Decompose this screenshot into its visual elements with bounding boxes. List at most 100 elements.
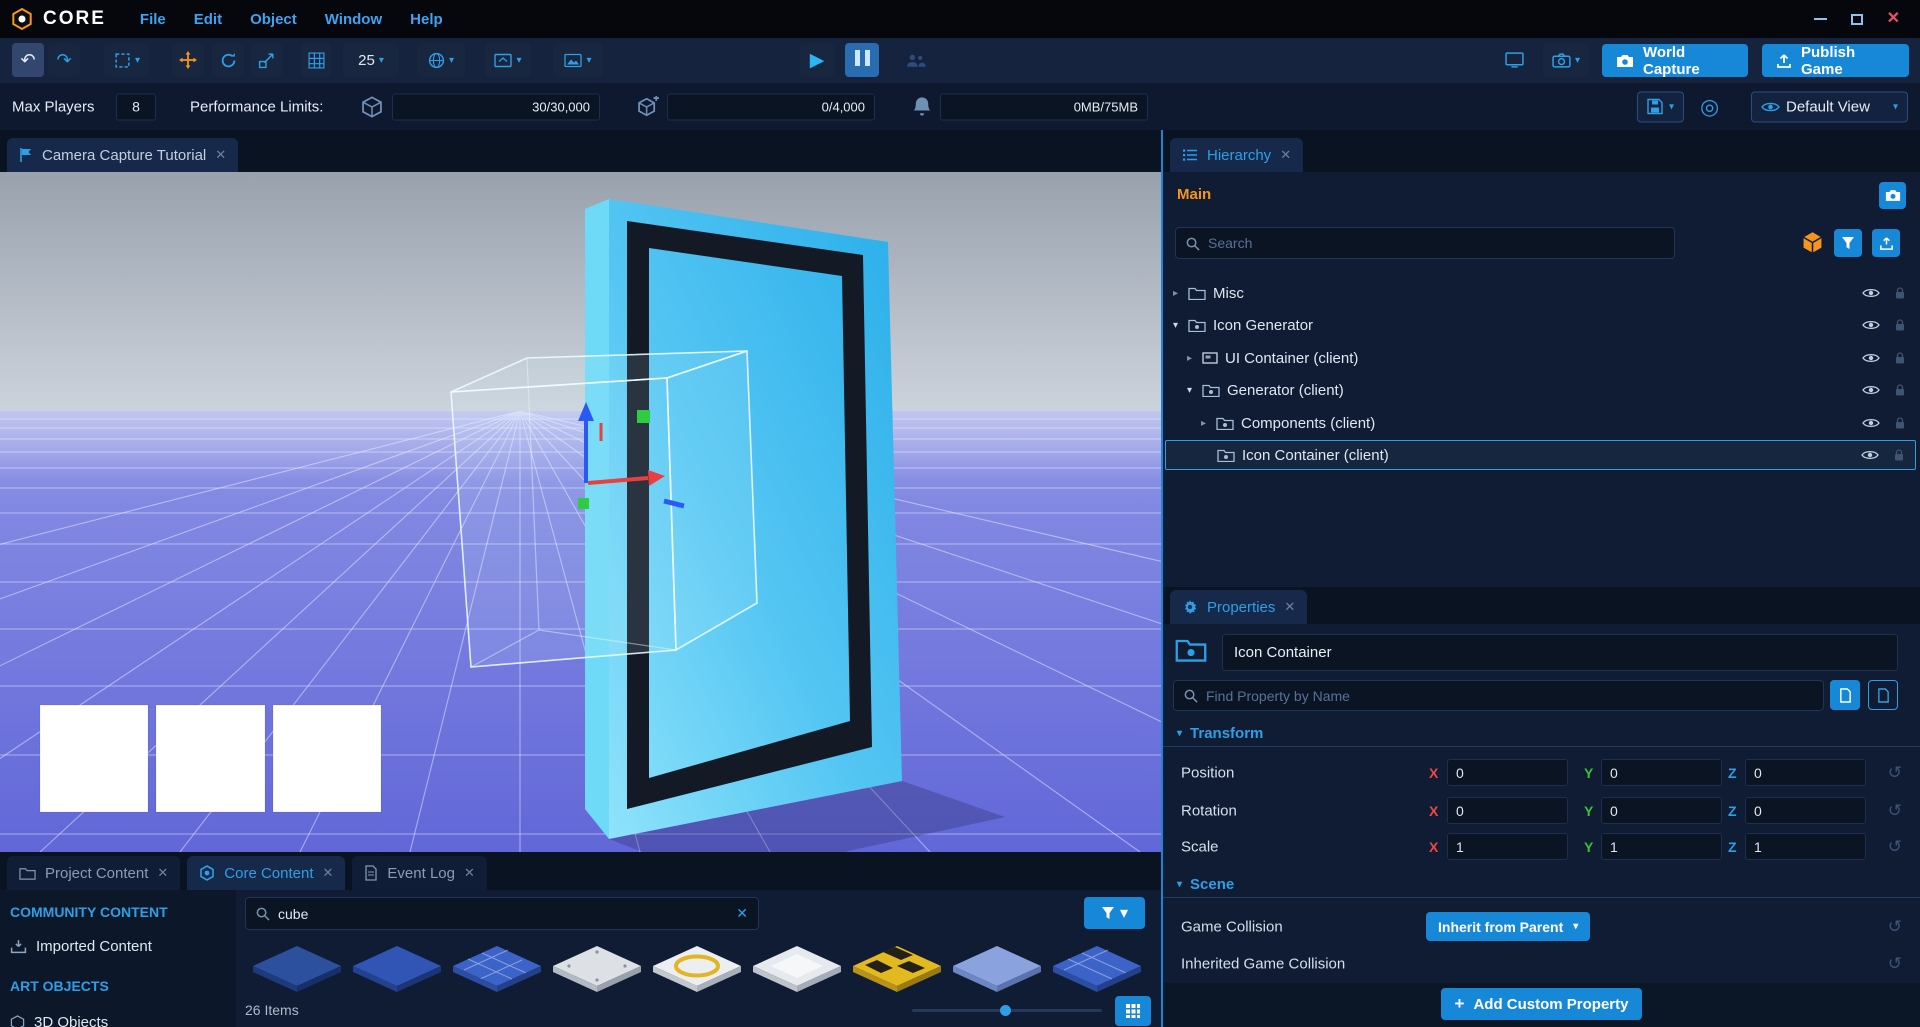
tab-hierarchy[interactable]: Hierarchy ✕ bbox=[1170, 138, 1303, 172]
visibility-eye-icon[interactable] bbox=[1861, 449, 1879, 461]
visibility-eye-icon[interactable] bbox=[1862, 384, 1880, 396]
move-tool-button[interactable] bbox=[172, 43, 204, 77]
expand-collapsed-icon[interactable]: ▸ bbox=[1201, 418, 1216, 429]
asset-thumbnail[interactable] bbox=[251, 938, 343, 994]
hierarchy-filter-button[interactable] bbox=[1834, 229, 1862, 257]
lock-icon[interactable] bbox=[1894, 351, 1906, 365]
hierarchy-row-ui-container[interactable]: ▸ UI Container (client) bbox=[1165, 343, 1916, 373]
snap-size-dropdown[interactable]: 25 ▾ bbox=[343, 43, 399, 77]
capture-mode-dropdown[interactable]: ▾ bbox=[1543, 43, 1589, 77]
hierarchy-search[interactable] bbox=[1175, 227, 1675, 259]
menu-window[interactable]: Window bbox=[311, 11, 396, 28]
tab-core-content[interactable]: Core Content ✕ bbox=[187, 856, 345, 890]
asset-thumbnail[interactable] bbox=[1051, 938, 1143, 994]
publish-game-button[interactable]: Publish Game bbox=[1762, 44, 1909, 77]
scale-z-input[interactable] bbox=[1745, 833, 1866, 860]
rotation-z-input[interactable] bbox=[1745, 797, 1866, 824]
expand-collapsed-icon[interactable]: ▸ bbox=[1187, 353, 1202, 364]
tab-event-log[interactable]: Event Log ✕ bbox=[352, 856, 486, 890]
content-filter-button[interactable]: ▾ bbox=[1084, 897, 1145, 929]
menu-file[interactable]: File bbox=[126, 11, 180, 28]
menu-help[interactable]: Help bbox=[396, 11, 457, 28]
hierarchy-row-misc[interactable]: ▸ Misc bbox=[1165, 278, 1916, 308]
asset-thumbnail[interactable] bbox=[551, 938, 643, 994]
expand-collapsed-icon[interactable]: ▸ bbox=[1173, 288, 1188, 299]
save-dropdown-button[interactable]: ▾ bbox=[1637, 91, 1684, 122]
lock-icon[interactable] bbox=[1894, 416, 1906, 430]
pause-button[interactable] bbox=[845, 43, 879, 77]
property-search-input[interactable] bbox=[1198, 688, 1823, 704]
sidebar-item-imported-content[interactable]: Imported Content bbox=[10, 938, 230, 955]
hierarchy-export-button[interactable] bbox=[1872, 229, 1900, 257]
lock-icon[interactable] bbox=[1893, 448, 1905, 462]
close-icon[interactable]: ✕ bbox=[215, 147, 226, 163]
asset-thumbnail[interactable] bbox=[751, 938, 843, 994]
content-search-input[interactable] bbox=[270, 906, 736, 922]
tab-properties[interactable]: Properties ✕ bbox=[1170, 590, 1307, 624]
world-capture-button[interactable]: World Capture bbox=[1602, 44, 1748, 77]
selection-mode-dropdown[interactable]: ▾ bbox=[104, 43, 150, 77]
screen-dropdown[interactable]: ▾ bbox=[485, 43, 531, 77]
scale-tool-button[interactable] bbox=[250, 43, 282, 77]
lock-icon[interactable] bbox=[1894, 286, 1906, 300]
lock-icon[interactable] bbox=[1894, 318, 1906, 332]
position-x-input[interactable] bbox=[1447, 759, 1568, 786]
preview-display-button[interactable] bbox=[1498, 43, 1530, 77]
reset-icon[interactable]: ↺ bbox=[1888, 801, 1902, 821]
section-collapse-icon[interactable]: ▾ bbox=[1177, 728, 1182, 739]
position-z-input[interactable] bbox=[1745, 759, 1866, 786]
asset-thumbnail[interactable] bbox=[351, 938, 443, 994]
restore-button[interactable] bbox=[1851, 14, 1863, 25]
visibility-eye-icon[interactable] bbox=[1862, 352, 1880, 364]
help-button[interactable]: ◎ bbox=[1700, 96, 1719, 118]
close-icon[interactable]: ✕ bbox=[1280, 147, 1291, 163]
reset-icon[interactable]: ↺ bbox=[1888, 954, 1902, 974]
asset-thumbnail[interactable] bbox=[951, 938, 1043, 994]
clear-search-icon[interactable]: ✕ bbox=[736, 905, 748, 922]
content-search[interactable]: ✕ bbox=[245, 897, 759, 930]
paste-properties-button[interactable] bbox=[1868, 680, 1898, 710]
scale-x-input[interactable] bbox=[1447, 833, 1568, 860]
undo-button[interactable]: ↶ bbox=[12, 43, 44, 77]
visibility-eye-icon[interactable] bbox=[1862, 287, 1880, 299]
scene-root-label[interactable]: Main bbox=[1177, 186, 1211, 203]
world-settings-dropdown[interactable]: ▾ bbox=[417, 43, 465, 77]
scene-capture-button[interactable] bbox=[1879, 182, 1906, 209]
asset-thumbnail[interactable] bbox=[451, 938, 543, 994]
section-collapse-icon[interactable]: ▾ bbox=[1177, 879, 1182, 890]
hierarchy-row-icon-generator[interactable]: ▾ Icon Generator bbox=[1165, 310, 1916, 340]
grid-view-button[interactable] bbox=[1115, 996, 1151, 1026]
reset-icon[interactable]: ↺ bbox=[1888, 763, 1902, 783]
expand-expanded-icon[interactable]: ▾ bbox=[1187, 385, 1202, 396]
minimize-button[interactable] bbox=[1814, 18, 1827, 20]
game-collision-dropdown[interactable]: Inherit from Parent ▾ bbox=[1426, 912, 1590, 941]
visibility-eye-icon[interactable] bbox=[1862, 417, 1880, 429]
terrain-dropdown[interactable]: ▾ bbox=[553, 43, 603, 77]
multiplayer-preview-button[interactable] bbox=[898, 43, 932, 77]
rotation-y-input[interactable] bbox=[1601, 797, 1722, 824]
rotation-x-input[interactable] bbox=[1447, 797, 1568, 824]
position-y-input[interactable] bbox=[1601, 759, 1722, 786]
add-custom-property-button[interactable]: + Add Custom Property bbox=[1441, 988, 1643, 1020]
hierarchy-row-generator[interactable]: ▾ Generator (client) bbox=[1165, 375, 1916, 405]
play-button[interactable]: ▶ bbox=[800, 43, 834, 77]
lock-icon[interactable] bbox=[1894, 383, 1906, 397]
thumbnail-size-slider[interactable] bbox=[912, 1009, 1102, 1012]
object-name-input[interactable] bbox=[1222, 634, 1898, 671]
close-icon[interactable]: ✕ bbox=[1284, 599, 1295, 615]
hierarchy-search-input[interactable] bbox=[1200, 235, 1674, 251]
expand-expanded-icon[interactable]: ▾ bbox=[1173, 320, 1188, 331]
reset-icon[interactable]: ↺ bbox=[1888, 917, 1902, 937]
asset-thumbnail[interactable] bbox=[651, 938, 743, 994]
menu-object[interactable]: Object bbox=[236, 11, 311, 28]
reset-icon[interactable]: ↺ bbox=[1888, 837, 1902, 857]
section-scene[interactable]: ▾ Scene bbox=[1163, 871, 1920, 898]
tab-project-content[interactable]: Project Content ✕ bbox=[7, 856, 180, 890]
hierarchy-row-components[interactable]: ▸ Components (client) bbox=[1165, 408, 1916, 438]
close-icon[interactable]: ✕ bbox=[157, 865, 168, 881]
close-icon[interactable]: ✕ bbox=[323, 865, 334, 881]
section-transform[interactable]: ▾ Transform bbox=[1163, 720, 1920, 747]
asset-thumbnail[interactable] bbox=[851, 938, 943, 994]
max-players-input[interactable] bbox=[116, 93, 156, 120]
close-icon[interactable]: ✕ bbox=[464, 865, 475, 881]
